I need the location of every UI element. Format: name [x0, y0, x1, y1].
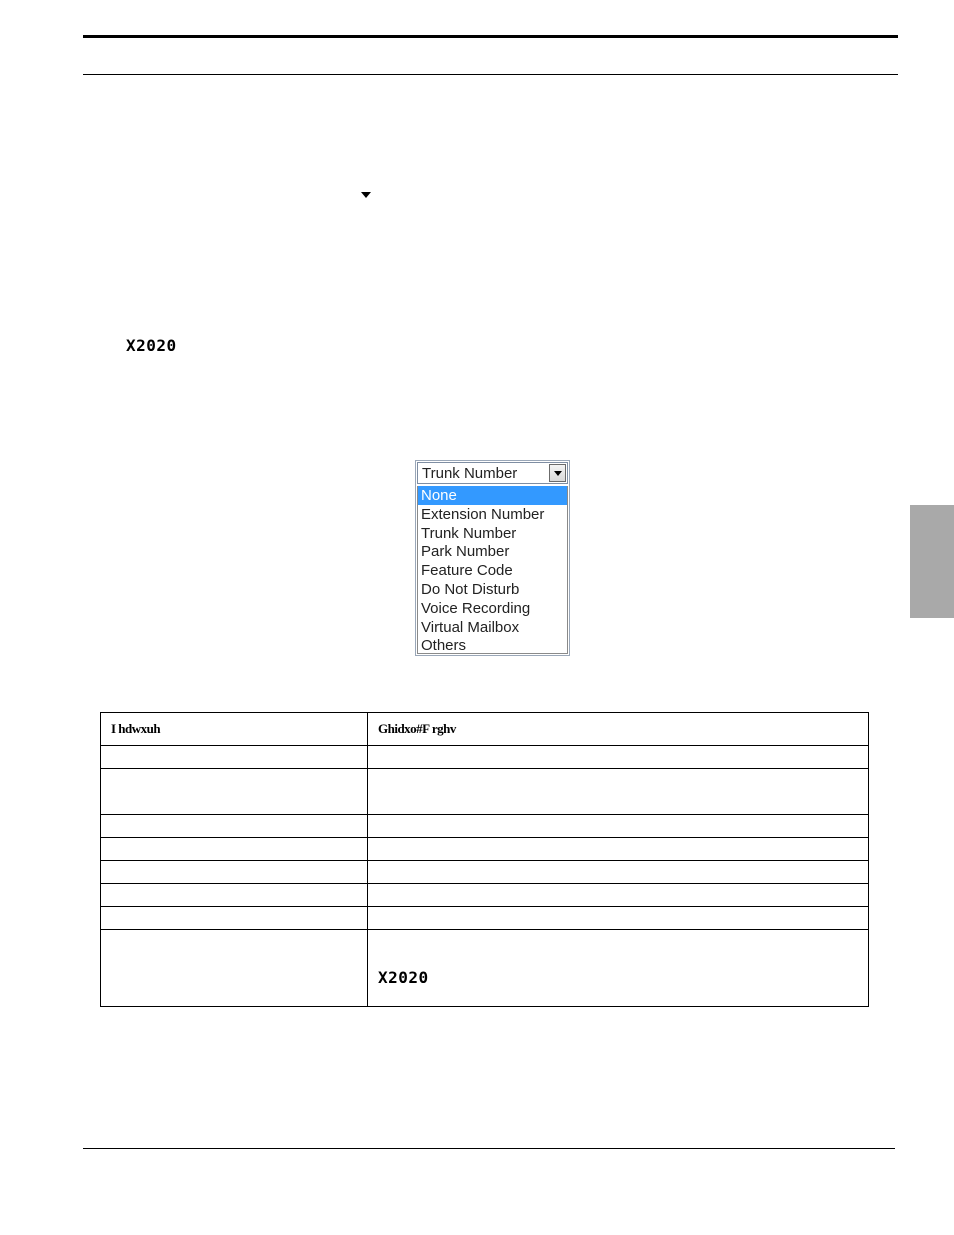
table-cell: X2020 [367, 929, 869, 1007]
chapter-side-tab [910, 505, 954, 618]
footer-rule [83, 1148, 895, 1149]
table-header-row: I hdwxuh Ghidxo#F rghv [100, 712, 869, 746]
column-header-default-codes: Ghidxo#F rghv [367, 712, 869, 746]
dropdown-option[interactable]: Feature Code [418, 561, 567, 580]
table-row [100, 837, 869, 861]
table-cell [100, 768, 368, 815]
table-row [100, 814, 869, 838]
table-cell [367, 883, 869, 907]
table-cell [100, 745, 368, 769]
table-cell [100, 837, 368, 861]
table-cell [367, 768, 869, 815]
table-cell [367, 837, 869, 861]
table-cell [367, 906, 869, 930]
dropdown-arrow-icon [361, 192, 371, 198]
table-cell [100, 814, 368, 838]
dropdown-options-list: None Extension Number Trunk Number Park … [417, 486, 568, 654]
dropdown-option[interactable]: None [418, 486, 567, 505]
dropdown-option[interactable]: Others [418, 636, 567, 655]
code-label: X2020 [378, 967, 429, 987]
table-row: X2020 [100, 929, 869, 1007]
table-cell [367, 860, 869, 884]
table-row [100, 745, 869, 769]
feature-codes-table: I hdwxuh Ghidxo#F rghv X2020 [100, 712, 869, 1007]
table-cell [367, 814, 869, 838]
dropdown-current-value: Trunk Number [422, 465, 518, 482]
dropdown-select[interactable]: Trunk Number [417, 462, 568, 484]
table-row [100, 768, 869, 815]
dropdown-option[interactable]: Do Not Disturb [418, 580, 567, 599]
header-rule-thick [83, 35, 898, 38]
dropdown-option[interactable]: Extension Number [418, 505, 567, 524]
dropdown-option[interactable]: Voice Recording [418, 599, 567, 618]
header-rule-thin [83, 74, 898, 75]
table-cell [100, 883, 368, 907]
dropdown-option[interactable]: Virtual Mailbox [418, 618, 567, 637]
table-cell [100, 929, 368, 1007]
table-cell [100, 906, 368, 930]
dropdown-button[interactable] [549, 464, 566, 482]
table-row [100, 906, 869, 930]
table-cell [367, 745, 869, 769]
table-row [100, 883, 869, 907]
dropdown-screenshot: Trunk Number None Extension Number Trunk… [415, 460, 570, 656]
dropdown-option[interactable]: Trunk Number [418, 524, 567, 543]
table-cell [100, 860, 368, 884]
column-header-feature: I hdwxuh [100, 712, 368, 746]
code-label: X2020 [126, 336, 177, 355]
dropdown-option[interactable]: Park Number [418, 542, 567, 561]
chevron-down-icon [554, 471, 562, 476]
table-row [100, 860, 869, 884]
